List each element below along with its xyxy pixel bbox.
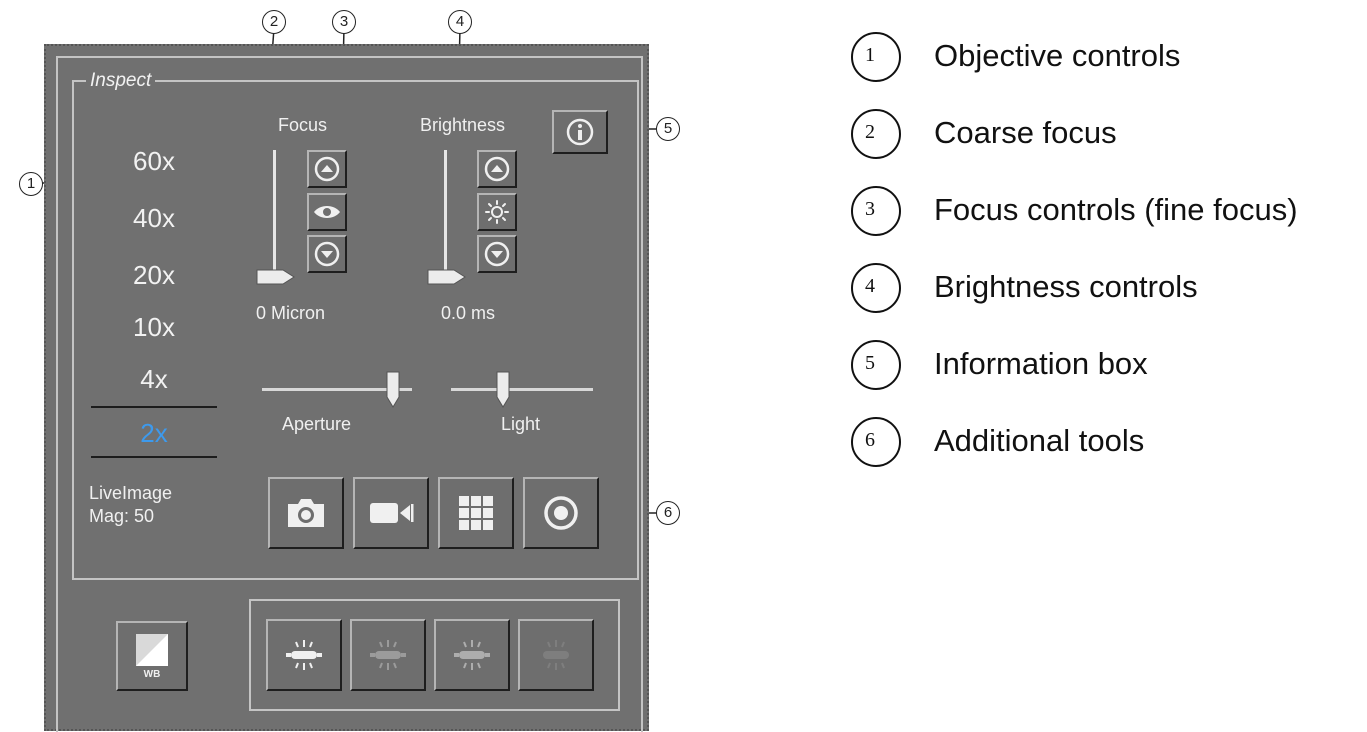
brightness-up-button[interactable]: [477, 150, 517, 188]
legend-text-5: Information box: [934, 346, 1148, 381]
mag-readout: Mag: 50: [89, 506, 155, 526]
legend-text-6: Additional tools: [934, 423, 1145, 458]
arrow-down-icon: [484, 241, 510, 267]
focus-value: 0 Micron: [256, 303, 326, 323]
legend-number-6: 6: [851, 417, 901, 467]
legend-text-4: Brightness controls: [934, 269, 1198, 304]
callout-2: 2: [262, 10, 286, 34]
camera-icon: [288, 499, 324, 527]
focus-eye-button[interactable]: [307, 193, 347, 231]
wb-label: WB: [143, 668, 161, 680]
objective-10x[interactable]: 10x: [90, 312, 218, 343]
brightness-value: 0.0 ms: [441, 303, 496, 323]
coarse-focus-slider-track[interactable]: [273, 150, 276, 276]
legend-text-3: Focus controls (fine focus): [934, 192, 1298, 227]
callout-3: 3: [332, 10, 356, 34]
lamp-icon: [543, 640, 569, 670]
legend-number-2: 2: [851, 109, 901, 159]
white-balance-button[interactable]: WB: [116, 621, 188, 691]
legend-number-5: 5: [851, 340, 901, 390]
coarse-focus-slider-thumb[interactable]: [256, 268, 296, 286]
focus-label: Focus: [278, 115, 328, 135]
aperture-slider-thumb[interactable]: [385, 371, 401, 409]
callout-1: 1: [19, 172, 43, 196]
lamp-icon: [454, 640, 490, 670]
snapshot-button[interactable]: [268, 477, 344, 549]
objective-20x[interactable]: 20x: [90, 260, 218, 291]
light-label: Light: [501, 414, 541, 434]
light-slider-thumb[interactable]: [495, 371, 511, 409]
lamp-button-2[interactable]: [350, 619, 426, 691]
objective-separator: [91, 406, 217, 408]
grid-icon: [459, 496, 493, 530]
arrow-up-icon: [484, 156, 510, 182]
eye-icon: [314, 206, 340, 218]
callout-4: 4: [448, 10, 472, 34]
legend-number-4: 4: [851, 263, 901, 313]
focus-down-button[interactable]: [307, 235, 347, 273]
focus-up-button[interactable]: [307, 150, 347, 188]
brightness-down-button[interactable]: [477, 235, 517, 273]
lamp-button-1[interactable]: [266, 619, 342, 691]
legend-number-1: 1: [851, 32, 901, 82]
inspect-title: Inspect: [86, 70, 156, 92]
legend-text-1: Objective controls: [934, 38, 1181, 73]
info-icon: [566, 118, 594, 146]
inspect-panel: Inspect 60x 40x 20x 10x 4x 2x LiveImage …: [44, 44, 649, 732]
objective-separator: [91, 456, 217, 458]
light-slider-track[interactable]: [451, 388, 593, 391]
brightness-slider-thumb[interactable]: [427, 268, 467, 286]
record-icon: [544, 496, 578, 530]
lamp-icon: [286, 640, 322, 670]
sun-icon: [485, 200, 509, 224]
objective-2x[interactable]: 2x: [90, 418, 218, 449]
aperture-label: Aperture: [282, 414, 352, 434]
objective-4x[interactable]: 4x: [90, 364, 218, 395]
live-image-label: LiveImage: [89, 483, 173, 503]
grid-button[interactable]: [438, 477, 514, 549]
brightness-sun-button[interactable]: [477, 193, 517, 231]
objective-60x[interactable]: 60x: [90, 146, 218, 177]
legend-number-3: 3: [851, 186, 901, 236]
white-balance-icon: [136, 633, 168, 666]
legend-text-2: Coarse focus: [934, 115, 1117, 150]
brightness-label: Brightness: [420, 115, 506, 135]
record-button[interactable]: [523, 477, 599, 549]
callout-6: 6: [656, 501, 680, 525]
lamp-button-4[interactable]: [518, 619, 594, 691]
video-camera-icon: [370, 503, 414, 523]
objective-40x[interactable]: 40x: [90, 203, 218, 234]
info-button[interactable]: [552, 110, 608, 154]
lamp-icon: [370, 640, 406, 670]
lamp-button-3[interactable]: [434, 619, 510, 691]
arrow-down-icon: [314, 241, 340, 267]
record-video-button[interactable]: [353, 477, 429, 549]
arrow-up-icon: [314, 156, 340, 182]
brightness-slider-track[interactable]: [444, 150, 447, 276]
callout-5: 5: [656, 117, 680, 141]
